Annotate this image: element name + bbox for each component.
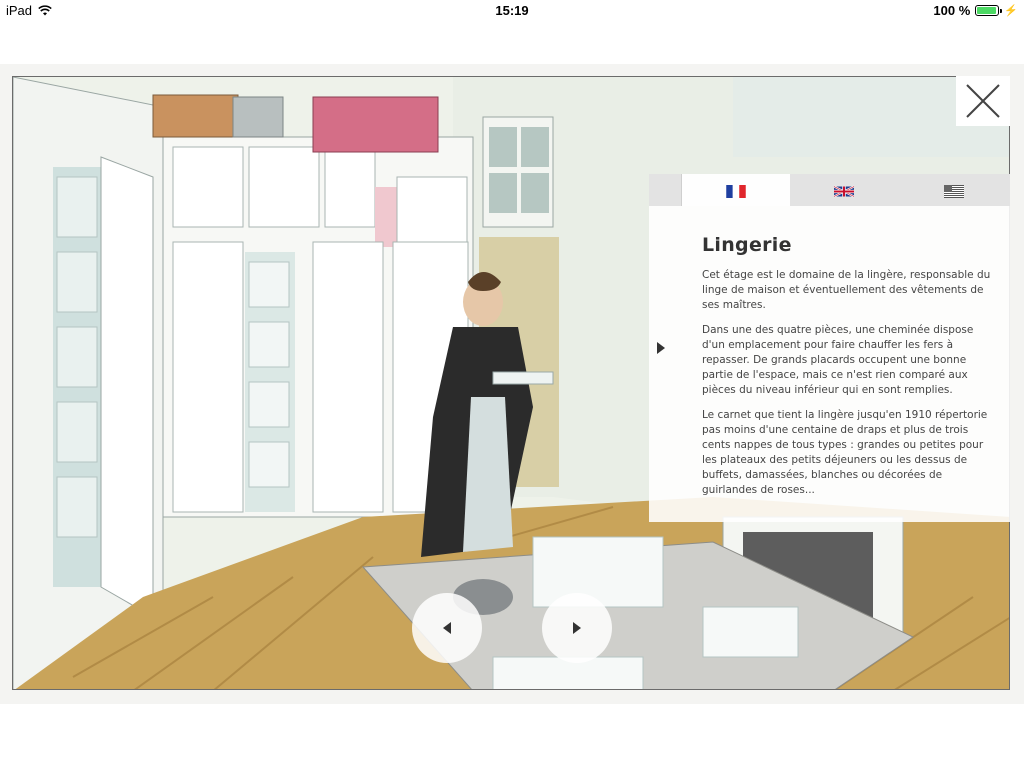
tab-english[interactable] [790, 174, 900, 206]
info-panel: Lingerie Cet étage est le domaine de la … [649, 174, 1010, 522]
next-button[interactable] [542, 593, 612, 663]
battery-level [977, 7, 997, 14]
paragraph-2: Dans une des quatre pièces, une cheminée… [702, 324, 974, 396]
collapse-panel-button[interactable] [655, 340, 667, 356]
language-tabs [649, 174, 1010, 206]
panel-title: Lingerie [702, 234, 792, 256]
close-button[interactable] [956, 76, 1010, 126]
charging-icon: ⚡ [1004, 5, 1018, 17]
paragraph-3: Le carnet que tient la lingère jusqu'en … [702, 409, 988, 496]
chevron-right-icon [573, 622, 581, 634]
paragraph-1: Cet étage est le domaine de la lingère, … [702, 269, 991, 311]
status-bar: iPad 15:19 100 % ⚡ [0, 0, 1024, 22]
previous-button[interactable] [412, 593, 482, 663]
flag-uk-icon [834, 185, 854, 198]
battery-icon [975, 5, 1003, 16]
battery-tip [1000, 9, 1003, 13]
panel-description: Cet étage est le domaine de la lingère, … [702, 268, 994, 508]
tab-french[interactable] [682, 174, 790, 206]
chevron-left-icon [443, 622, 451, 634]
status-bar-right: 100 % ⚡ [933, 3, 1018, 18]
tab-american[interactable] [900, 174, 1010, 206]
status-time: 15:19 [495, 3, 529, 18]
battery-percent: 100 % [933, 3, 971, 18]
flag-usa-icon [944, 185, 964, 198]
flag-france-icon [726, 185, 746, 198]
close-icon [966, 84, 1000, 118]
